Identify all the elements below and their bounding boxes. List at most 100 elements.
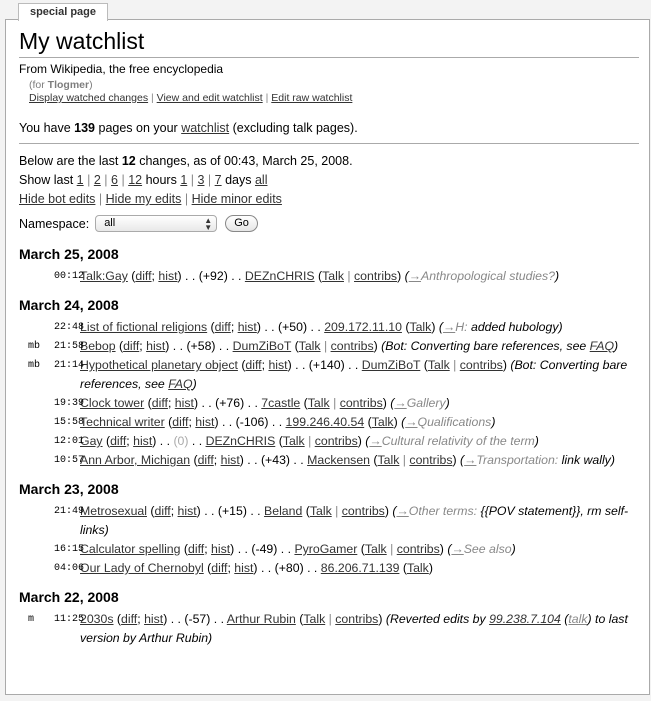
hist-link[interactable]: hist (158, 269, 177, 283)
contribs-link[interactable]: contribs (354, 269, 397, 283)
user-talk-link[interactable]: Talk (407, 561, 429, 575)
days-1-link[interactable]: 1 (180, 173, 187, 187)
hist-link[interactable]: hist (221, 453, 240, 467)
namespace-select[interactable]: all ▲ ▼ (95, 215, 218, 232)
hist-link[interactable]: hist (195, 415, 214, 429)
contribs-link[interactable]: contribs (460, 358, 503, 372)
hide-my-edits-link[interactable]: Hide my edits (106, 192, 182, 206)
user-talk-link[interactable]: Talk (308, 396, 330, 410)
user-talk-link[interactable]: Talk (283, 434, 305, 448)
user-talk-link[interactable]: Talk (428, 358, 450, 372)
page-link[interactable]: Ann Arbor, Michigan (80, 453, 190, 467)
section-arrow-icon[interactable]: → (396, 504, 408, 518)
hide-minor-edits-link[interactable]: Hide minor edits (192, 192, 282, 206)
contribs-link[interactable]: contribs (342, 504, 385, 518)
diff-link[interactable]: diff (110, 434, 126, 448)
section-arrow-icon[interactable]: → (405, 415, 417, 429)
diff-link[interactable]: diff (198, 453, 214, 467)
user-link[interactable]: DumZiBoT (362, 358, 421, 372)
user-talk-link[interactable]: Talk (365, 542, 387, 556)
section-arrow-icon[interactable]: → (443, 320, 455, 334)
page-link[interactable]: List of fictional religions (80, 320, 207, 334)
page-link[interactable]: Clock tower (80, 396, 144, 410)
edit-raw-watchlist-link[interactable]: Edit raw watchlist (271, 92, 352, 104)
hist-link[interactable]: hist (238, 320, 257, 334)
diff-link[interactable]: diff (155, 504, 171, 518)
user-link[interactable]: PyroGamer (294, 542, 357, 556)
comment-text: link wally (558, 453, 611, 467)
page-link[interactable]: Hypothetical planetary object (80, 358, 238, 372)
days-7-link[interactable]: 7 (215, 173, 222, 187)
user-link[interactable]: DumZiBoT (233, 339, 292, 353)
user-link[interactable]: DEZnCHRIS (206, 434, 276, 448)
user-talk-link[interactable]: Talk (322, 269, 344, 283)
diff-link[interactable]: diff (121, 612, 137, 626)
diff-link[interactable]: diff (135, 269, 151, 283)
diff-link[interactable]: diff (188, 542, 204, 556)
page-link[interactable]: Our Lady of Chernobyl (80, 561, 204, 575)
user-link[interactable]: Beland (264, 504, 302, 518)
page-link[interactable]: Technical writer (80, 415, 165, 429)
comment-talk-link[interactable]: talk (568, 612, 587, 626)
hist-link[interactable]: hist (234, 561, 253, 575)
hist-link[interactable]: hist (144, 612, 163, 626)
hours-1-link[interactable]: 1 (77, 173, 84, 187)
diff-link[interactable]: diff (215, 320, 231, 334)
content-subtitle: (for Tlogmer) Display watched changes | … (29, 79, 649, 105)
section-arrow-icon[interactable]: → (409, 269, 421, 283)
contribs-link[interactable]: contribs (331, 339, 374, 353)
diff-link[interactable]: diff (152, 396, 168, 410)
user-talk-link[interactable]: Talk (303, 612, 325, 626)
hist-link[interactable]: hist (175, 396, 194, 410)
user-talk-link[interactable]: Talk (310, 504, 332, 518)
hist-link[interactable]: hist (211, 542, 230, 556)
hist-link[interactable]: hist (146, 339, 165, 353)
section-arrow-icon[interactable]: → (464, 453, 476, 467)
user-link[interactable]: DEZnCHRIS (245, 269, 315, 283)
diff-link[interactable]: diff (211, 561, 227, 575)
contribs-link[interactable]: contribs (335, 612, 378, 626)
comment-link[interactable]: FAQ (168, 377, 192, 391)
diff-link[interactable]: diff (123, 339, 139, 353)
hist-link[interactable]: hist (133, 434, 152, 448)
user-link[interactable]: 209.172.11.10 (324, 320, 402, 334)
section-arrow-icon[interactable]: → (394, 396, 406, 410)
hours-12-link[interactable]: 12 (128, 173, 142, 187)
hist-link[interactable]: hist (178, 504, 197, 518)
page-link[interactable]: Calculator spelling (80, 542, 180, 556)
hide-bot-edits-link[interactable]: Hide bot edits (19, 192, 95, 206)
user-talk-link[interactable]: Talk (299, 339, 321, 353)
section-arrow-icon[interactable]: → (369, 434, 381, 448)
contribs-link[interactable]: contribs (340, 396, 383, 410)
contribs-link[interactable]: contribs (315, 434, 358, 448)
page-link[interactable]: Metrosexual (80, 504, 147, 518)
hist-link[interactable]: hist (268, 358, 287, 372)
contribs-link[interactable]: contribs (409, 453, 452, 467)
special-page-tab[interactable]: special page (18, 3, 108, 21)
contribs-link[interactable]: contribs (397, 542, 440, 556)
user-talk-link[interactable]: Talk (378, 453, 400, 467)
watchlist-link[interactable]: watchlist (181, 121, 229, 135)
hours-6-link[interactable]: 6 (111, 173, 118, 187)
view-edit-watchlist-link[interactable]: View and edit watchlist (157, 92, 263, 104)
user-talk-link[interactable]: Talk (409, 320, 431, 334)
user-link[interactable]: 7castle (261, 396, 300, 410)
comment-link[interactable]: 99.238.7.104 (489, 612, 561, 626)
display-watched-changes-link[interactable]: Display watched changes (29, 92, 148, 104)
user-link[interactable]: 199.246.40.54 (286, 415, 365, 429)
page-link[interactable]: Bebop (80, 339, 116, 353)
diff-link[interactable]: diff (245, 358, 261, 372)
user-talk-link[interactable]: Talk (372, 415, 394, 429)
section-arrow-icon[interactable]: → (451, 542, 463, 556)
days-3-link[interactable]: 3 (197, 173, 204, 187)
diff-link[interactable]: diff (172, 415, 188, 429)
page-link[interactable]: Talk:Gay (80, 269, 128, 283)
user-link[interactable]: 86.206.71.139 (321, 561, 400, 575)
page-link[interactable]: 2030s (80, 612, 114, 626)
hours-2-link[interactable]: 2 (94, 173, 101, 187)
go-button[interactable]: Go (225, 215, 258, 232)
user-link[interactable]: Mackensen (307, 453, 370, 467)
comment-link[interactable]: FAQ (590, 339, 614, 353)
all-link[interactable]: all (255, 173, 268, 187)
user-link[interactable]: Arthur Rubin (227, 612, 296, 626)
